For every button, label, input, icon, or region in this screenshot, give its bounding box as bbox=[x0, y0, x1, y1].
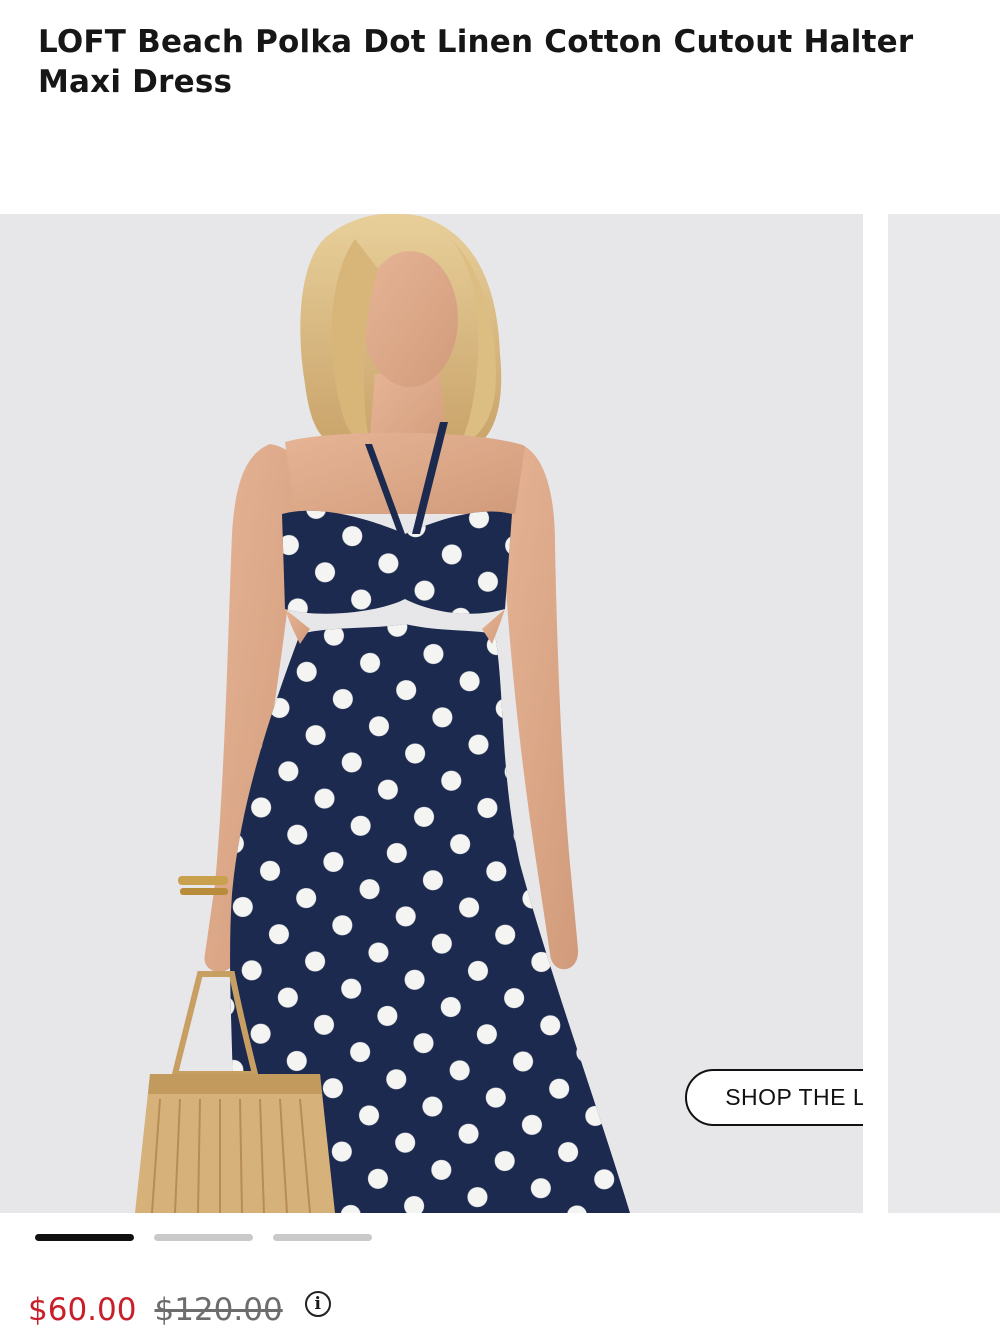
product-image[interactable]: SHOP THE LOOK bbox=[0, 214, 863, 1213]
shop-the-look-button[interactable]: SHOP THE LOOK bbox=[685, 1069, 863, 1126]
sale-price: $60.00 bbox=[28, 1292, 137, 1328]
next-image-preview[interactable] bbox=[888, 214, 1000, 1213]
carousel-indicator-1[interactable] bbox=[35, 1234, 134, 1241]
product-title: LOFT Beach Polka Dot Linen Cotton Cutout… bbox=[38, 24, 914, 100]
original-price: $120.00 bbox=[154, 1292, 283, 1328]
model-photo bbox=[0, 214, 863, 1213]
carousel-indicators bbox=[35, 1234, 372, 1242]
price-row: $60.00 $120.00 i bbox=[28, 1290, 331, 1330]
info-icon[interactable]: i bbox=[304, 1291, 331, 1317]
carousel-indicator-2[interactable] bbox=[154, 1234, 253, 1241]
carousel-indicator-3[interactable] bbox=[273, 1234, 372, 1241]
image-carousel[interactable]: SHOP THE LOOK bbox=[0, 214, 1000, 1213]
product-page: LOFT Beach Polka Dot Linen Cotton Cutout… bbox=[0, 0, 1000, 1333]
